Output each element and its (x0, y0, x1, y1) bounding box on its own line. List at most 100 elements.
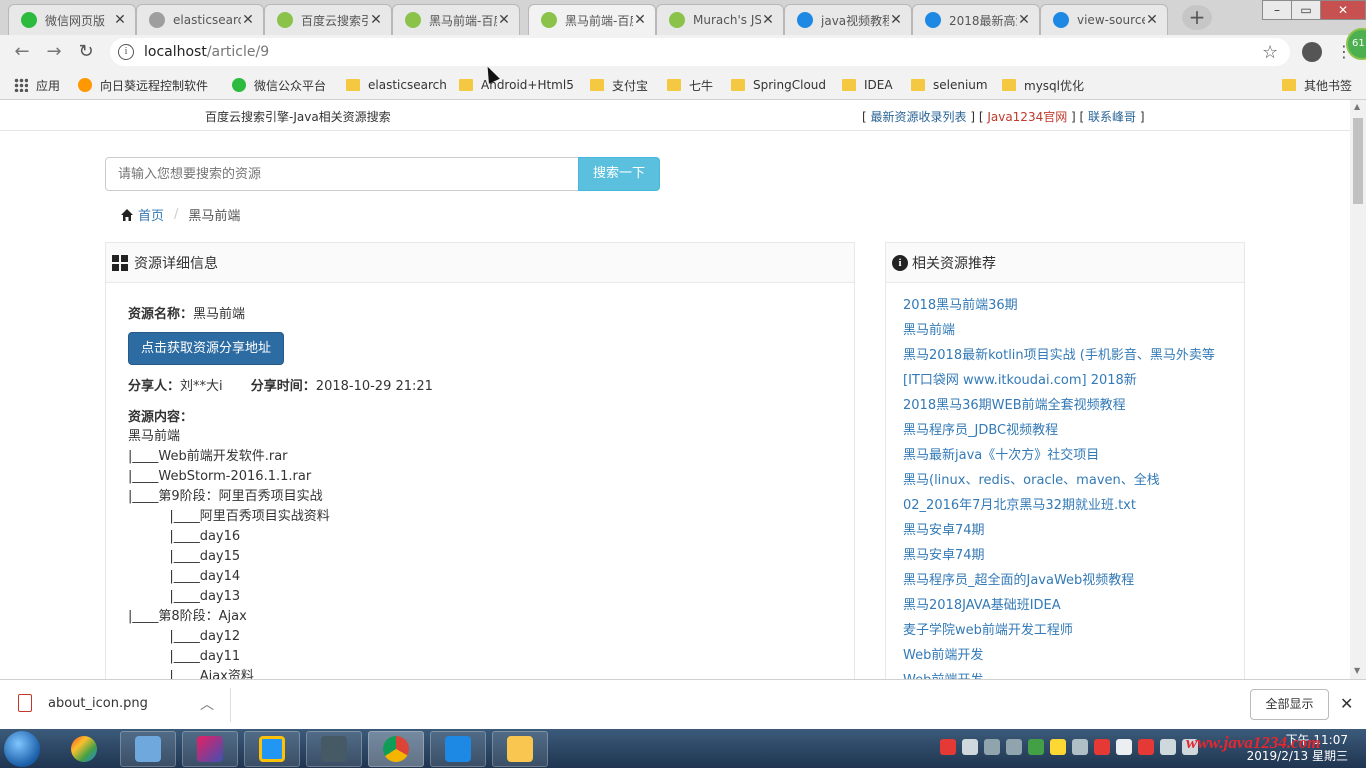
related-link[interactable]: 麦子学院web前端开发工程师 (903, 618, 1244, 643)
tab-close-icon[interactable]: ✕ (369, 12, 383, 28)
shield-icon[interactable] (1028, 739, 1044, 755)
bookmark-item[interactable]: 微信公众平台 (232, 76, 326, 94)
tab-close-icon[interactable]: ✕ (633, 12, 647, 28)
tab-close-icon[interactable]: ✕ (1017, 12, 1031, 28)
bookmark-item[interactable]: 其他书签 (1282, 76, 1352, 94)
close-icon[interactable]: ✕ (1340, 694, 1353, 713)
taskbar-app-windows-store[interactable] (56, 731, 112, 767)
bookmark-item[interactable]: SpringCloud (731, 76, 826, 94)
bookmark-item[interactable]: 七牛 (667, 76, 713, 94)
scrollbar-thumb[interactable] (1353, 118, 1363, 204)
tab-4[interactable]: 黑马前端-百度云✕ (528, 4, 656, 35)
tab-6[interactable]: java视频教程 ✕ (784, 4, 912, 35)
latest-resources-link[interactable]: 最新资源收录列表 (871, 110, 967, 124)
download-item[interactable]: about_icon.png (18, 694, 148, 712)
bookmark-item[interactable]: 支付宝 (590, 76, 648, 94)
related-link[interactable]: Web前端开发 (903, 668, 1244, 679)
tree-line: |____第8阶段：Ajax (128, 609, 247, 624)
related-link[interactable]: 黑马2018JAVA基础班IDEA (903, 593, 1244, 618)
taskbar-app-dolphin[interactable] (120, 731, 176, 767)
related-link[interactable]: 黑马程序员_JDBC视频教程 (903, 418, 1244, 443)
get-share-link-button[interactable]: 点击获取资源分享地址 (128, 332, 285, 365)
reload-icon[interactable]: ↻ (74, 40, 98, 64)
related-link[interactable]: 2018黑马36期WEB前端全套视频教程 (903, 393, 1244, 418)
devices-icon[interactable] (1072, 739, 1088, 755)
bookmark-item[interactable]: elasticsearch (346, 76, 447, 94)
tree-line: |____阿里百秀项目实战资料 (128, 509, 330, 524)
related-link[interactable]: 黑马程序员_超全面的JavaWeb视频教程 (903, 568, 1244, 593)
taskbar-app-wps[interactable] (430, 731, 486, 767)
taskbar-app-chrome[interactable] (368, 731, 424, 767)
tab-2[interactable]: 百度云搜索引擎✕ (264, 4, 392, 35)
taskbar-app-folder[interactable] (492, 731, 548, 767)
new-tab-button[interactable]: + (1182, 5, 1212, 30)
sogou-icon[interactable] (940, 739, 956, 755)
bookmark-item[interactable]: IDEA (842, 76, 893, 94)
taskbar-app-remote-desktop[interactable] (306, 731, 362, 767)
show-all-button[interactable]: 全部显示 (1250, 689, 1329, 720)
related-link[interactable]: 2018黑马前端36期 (903, 293, 1244, 318)
alert-icon[interactable] (1138, 739, 1154, 755)
tab-3[interactable]: 黑马前端-百度云✕ (392, 4, 520, 35)
tab-close-icon[interactable]: ✕ (113, 12, 127, 28)
start-button[interactable] (4, 731, 40, 767)
contact-link[interactable]: 联系峰哥 (1088, 110, 1136, 124)
plus-icon[interactable] (1050, 739, 1066, 755)
related-link[interactable]: 02_2016年7月北京黑马32期就业班.txt (903, 493, 1244, 518)
related-link[interactable]: 黑马安卓74期 (903, 543, 1244, 568)
detail-panel-header: 资源详细信息 (106, 243, 854, 283)
scroll-up-icon[interactable]: ▲ (1354, 102, 1360, 111)
site-info-icon[interactable]: i (118, 44, 134, 60)
tab-close-icon[interactable]: ✕ (1145, 12, 1159, 28)
minimize-button[interactable]: – (1262, 0, 1292, 20)
bookmark-item[interactable]: selenium (911, 76, 988, 94)
flag-icon[interactable] (1116, 739, 1132, 755)
bookmark-star-icon[interactable]: ☆ (1262, 42, 1278, 63)
search-button[interactable]: 搜索一下 (578, 157, 660, 191)
related-link[interactable]: Web前端开发 (903, 643, 1244, 668)
maximize-button[interactable]: ▭ (1291, 0, 1321, 20)
forward-arrow-icon[interactable]: → (42, 40, 66, 64)
window-close-button[interactable]: ✕ (1320, 0, 1366, 20)
bookmark-item[interactable]: 应用 (14, 76, 60, 94)
tree-line: |____day11 (128, 649, 241, 664)
tab-1[interactable]: elasticsearch✕ (136, 4, 264, 35)
tab-close-icon[interactable]: ✕ (889, 12, 903, 28)
upload-icon[interactable] (962, 739, 978, 755)
bookmark-item[interactable]: Android+Html5 (459, 76, 574, 94)
system-tray (940, 739, 1198, 755)
related-link[interactable]: 黑马(linux、redis、oracle、maven、全栈 (903, 468, 1244, 493)
breadcrumb-home-link[interactable]: 首页 (138, 205, 164, 224)
network-icon[interactable] (1006, 739, 1022, 755)
related-link[interactable]: 黑马2018最新kotlin项目实战 (手机影音、黑马外卖等 (903, 343, 1244, 368)
related-link[interactable]: 黑马前端 (903, 318, 1244, 343)
tab-close-icon[interactable]: ✕ (241, 12, 255, 28)
antivirus-icon[interactable] (1094, 739, 1110, 755)
tab-7[interactable]: 2018最新高清✕ (912, 4, 1040, 35)
tab-5[interactable]: Murach's JSP✕ (656, 4, 784, 35)
java1234-link[interactable]: Java1234官网 (987, 110, 1067, 124)
home-icon (121, 208, 133, 221)
display-icon[interactable] (1160, 739, 1176, 755)
tab-close-icon[interactable]: ✕ (761, 12, 775, 28)
apps-grid-icon (14, 78, 28, 92)
page-scrollbar[interactable]: ▲ ▼ (1350, 100, 1366, 679)
chevron-up-icon[interactable]: ︿ (200, 694, 214, 714)
address-bar[interactable]: i localhost/article/9 (110, 38, 1290, 66)
folder-icon (346, 79, 360, 91)
search-input[interactable] (105, 157, 579, 191)
related-link[interactable]: [IT口袋网 www.itkoudai.com] 2018新 (903, 368, 1244, 393)
tab-0[interactable]: 微信网页版 ✕ (8, 4, 136, 35)
bookmark-item[interactable]: mysql优化 (1002, 76, 1084, 94)
tab-8[interactable]: view-source ✕ (1040, 4, 1168, 35)
scroll-down-icon[interactable]: ▼ (1354, 666, 1360, 675)
tab-close-icon[interactable]: ✕ (497, 12, 511, 28)
screen-icon[interactable] (984, 739, 1000, 755)
profile-avatar-icon[interactable] (1302, 42, 1322, 62)
related-link[interactable]: 黑马最新java《十次方》社交项目 (903, 443, 1244, 468)
bookmark-item[interactable]: 向日葵远程控制软件 (78, 76, 208, 94)
related-link[interactable]: 黑马安卓74期 (903, 518, 1244, 543)
taskbar-app-explorer[interactable] (244, 731, 300, 767)
back-arrow-icon[interactable]: ← (10, 40, 34, 64)
taskbar-app-intellij[interactable] (182, 731, 238, 767)
